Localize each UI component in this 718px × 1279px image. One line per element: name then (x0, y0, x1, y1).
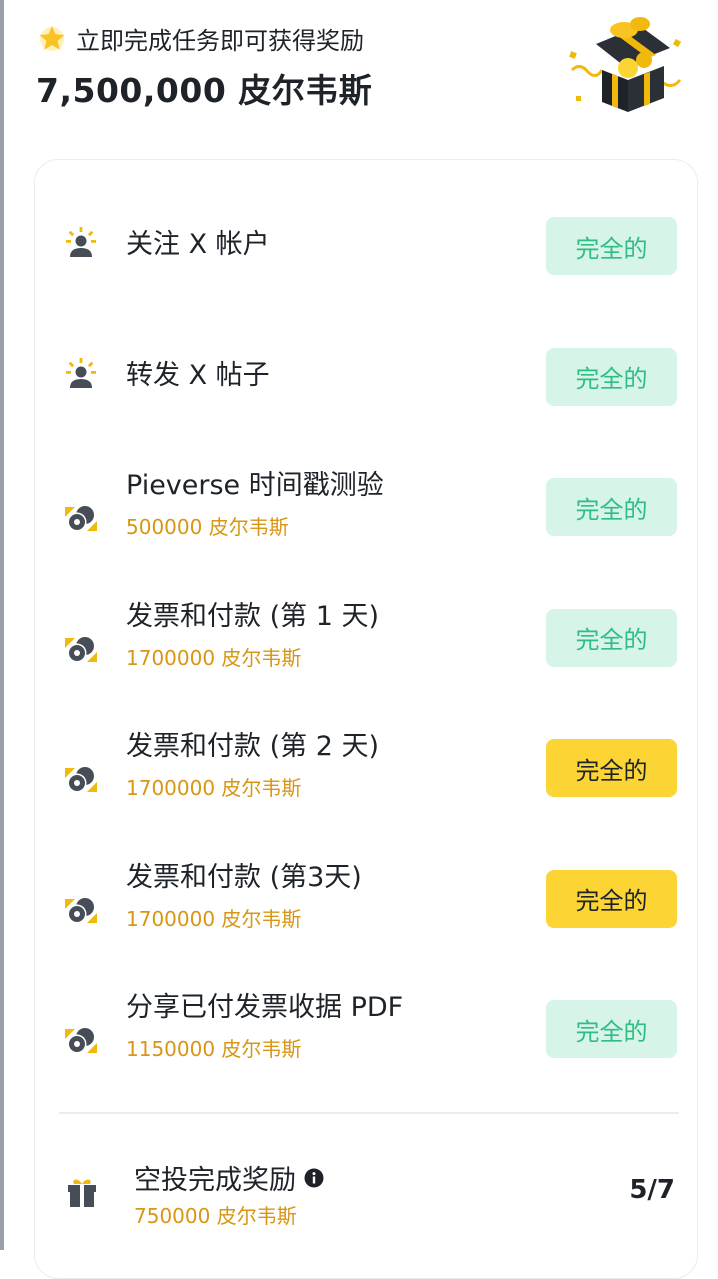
coin-ticket-icon (63, 632, 99, 668)
coin-ticket-icon (63, 1023, 99, 1059)
task-row: 转发 X 帖子 完全的 (35, 315, 699, 425)
task-list-card: 关注 X 帐户 完全的 转发 X 帖子 完全的 Pieverse 时间戳测验 5000… (34, 159, 698, 1279)
task-status-button[interactable]: 完全的 (546, 608, 677, 667)
task-title: Pieverse 时间戳测验 (126, 470, 384, 501)
gift-icon (68, 1179, 96, 1207)
coin-ticket-icon (65, 767, 97, 793)
bonus-title: 空投完成奖励 (134, 1165, 296, 1196)
total-reward: 7,500,000 皮尔韦斯 (36, 71, 373, 110)
coin-ticket-icon (65, 636, 97, 662)
star-icon (39, 26, 65, 51)
task-status-button[interactable]: 完全的 (546, 347, 677, 406)
coin-ticket-icon (65, 1028, 97, 1054)
task-row: 发票和付款 (第 1 天) 1700000 皮尔韦斯 完全的 (35, 576, 699, 686)
coin-ticket-icon (63, 762, 99, 798)
task-row: 关注 X 帐户 完全的 (35, 184, 699, 294)
coin-ticket-icon (65, 897, 97, 923)
info-icon[interactable] (304, 1168, 324, 1188)
user-badge-icon (63, 225, 99, 261)
task-reward: 1700000 皮尔韦斯 (126, 645, 302, 670)
task-row: 发票和付款 (第 2 天) 1700000 皮尔韦斯 完全的 (35, 706, 699, 816)
task-row: Pieverse 时间戳测验 500000 皮尔韦斯 完全的 (35, 445, 699, 555)
coin-ticket-icon (63, 501, 99, 537)
task-status-button[interactable]: 完全的 (546, 478, 677, 536)
task-title: 发票和付款 (第 1 天) (126, 600, 379, 632)
task-reward: 1700000 皮尔韦斯 (126, 906, 302, 931)
header-subtitle: 立即完成任务即可获得奖励 (76, 26, 364, 55)
coin-ticket-icon (65, 506, 97, 532)
user-badge-icon (66, 357, 96, 388)
user-badge-icon (66, 227, 96, 257)
task-title: 发票和付款 (第 2 天) (126, 731, 379, 762)
task-status-button[interactable]: 完全的 (546, 869, 677, 928)
task-title: 转发 X 帖子 (126, 359, 270, 391)
task-reward: 500000 皮尔韦斯 (126, 515, 289, 539)
task-title: 分享已付发票收据 PDF (126, 992, 404, 1023)
task-status-button[interactable]: 完全的 (546, 217, 677, 275)
bonus-progress: 5/7 (629, 1175, 675, 1205)
task-title: 关注 X 帐户 (126, 229, 270, 260)
task-title: 发票和付款 (第3天) (126, 861, 362, 893)
task-reward: 1700000 皮尔韦斯 (126, 776, 302, 800)
window-left-edge (0, 0, 4, 1250)
bonus-reward: 750000 皮尔韦斯 (134, 1204, 297, 1228)
user-badge-icon (63, 356, 99, 392)
rewards-header: 立即完成任务即可获得奖励 7,500,000 皮尔韦斯 (36, 20, 576, 112)
task-row: 发票和付款 (第3天) 1700000 皮尔韦斯 完全的 (35, 837, 699, 947)
task-reward: 1150000 皮尔韦斯 (126, 1037, 302, 1061)
gift-box-illustration (569, 17, 682, 112)
coin-ticket-icon (63, 893, 99, 929)
divider (59, 1112, 679, 1114)
task-status-button[interactable]: 完全的 (546, 1000, 677, 1058)
task-row: 分享已付发票收据 PDF 1150000 皮尔韦斯 完全的 (35, 967, 699, 1077)
task-status-button[interactable]: 完全的 (546, 739, 677, 797)
